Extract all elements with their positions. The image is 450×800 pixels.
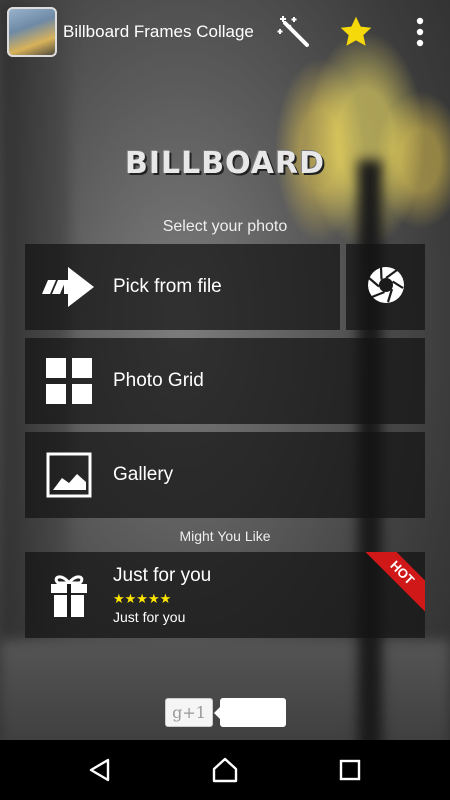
pick-from-file-button[interactable]: Pick from file [25,244,340,330]
camera-aperture-icon [367,266,405,309]
image-icon [25,432,113,518]
google-plus-one-button[interactable]: g+1 [165,698,213,727]
system-navigation-bar [0,740,450,800]
app-title: Billboard Frames Collage [63,22,254,41]
camera-button[interactable] [346,244,425,330]
magic-wand-icon[interactable] [276,14,312,50]
photo-grid-label: Photo Grid [113,370,204,391]
promo-text: Just for you ★★★★★ Just for you [113,565,211,625]
back-icon[interactable] [84,754,116,786]
google-plus-one: g+1 [165,698,286,727]
promo-card[interactable]: Just for you ★★★★★ Just for you HOT [25,552,425,638]
might-you-like-label: Might You Like [179,528,271,544]
hot-badge: HOT [362,552,425,613]
promo-subtitle: Just for you [113,609,186,625]
gallery-button[interactable]: Gallery [25,432,425,518]
gift-icon [25,552,113,638]
recents-icon[interactable] [334,754,366,786]
rating-stars: ★★★★★ [113,591,172,606]
arrow-right-icon [25,244,113,330]
select-photo-label: Select your photo [162,218,288,235]
grid-icon [25,338,113,424]
app-logo: BILLBOARD [124,146,326,181]
promo-title: Just for you [113,565,212,586]
app-icon [7,7,57,57]
home-icon[interactable] [209,754,241,786]
star-icon[interactable] [338,14,374,50]
more-vert-icon[interactable] [402,14,438,50]
top-app-bar: Billboard Frames Collage [0,0,450,64]
app-screen: Billboard Frames Collage BILLBOARD Selec… [0,0,450,800]
google-plus-one-count-bubble [214,698,286,727]
gallery-label: Gallery [113,464,174,485]
photo-grid-button[interactable]: Photo Grid [25,338,425,424]
pick-from-file-label: Pick from file [113,276,222,297]
